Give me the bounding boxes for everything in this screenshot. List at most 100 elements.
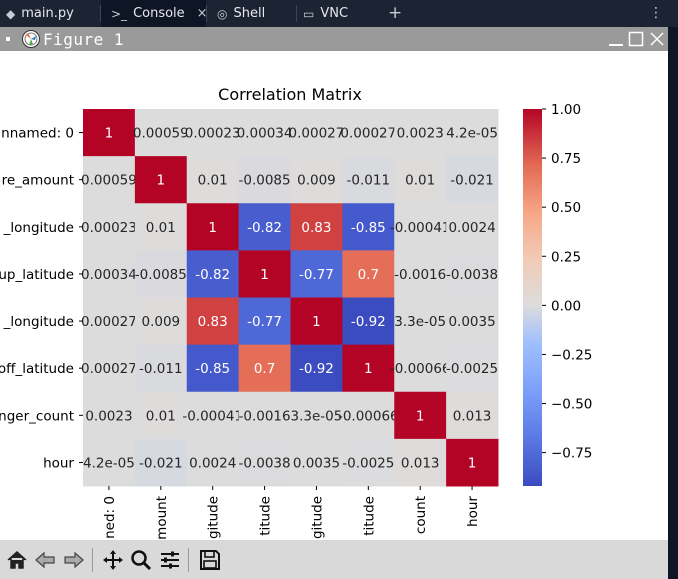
cell-annotation: 0.00059 [81, 173, 137, 189]
cell-annotation: 0.83 [198, 314, 228, 330]
colorbar-tick-label: −0.50 [551, 397, 592, 413]
python-file-icon: ◆ [6, 6, 16, 21]
col-tick-label: hour [465, 496, 481, 527]
console-icon: >_ [111, 6, 128, 21]
colorbar-tick-label: 0.25 [551, 249, 581, 265]
cell-annotation: 1 [260, 267, 269, 283]
window-menu-icon[interactable] [6, 37, 10, 41]
pan-move-icon[interactable] [101, 548, 125, 572]
row-tick-label: _longitude [3, 314, 74, 330]
add-tab-button[interactable]: + [388, 0, 402, 27]
figure-window-titlebar: Figure 1 [0, 27, 668, 51]
cell-annotation: 0.01 [405, 173, 435, 189]
col-tick-label: titude [258, 496, 274, 536]
cell-annotation: -0.0025 [342, 455, 394, 471]
cell-annotation: 0.0023 [85, 408, 132, 424]
cell-annotation: 0.00023 [185, 126, 241, 142]
tab-shell[interactable]: ◎ Shell [207, 0, 295, 27]
cell-annotation: 0.00034 [237, 126, 293, 142]
toolbar-divider [92, 548, 93, 572]
colorbar-tick-label: 1.00 [551, 102, 581, 118]
cell-annotation: 0.7 [358, 267, 379, 283]
save-icon[interactable] [198, 548, 222, 572]
configure-subplots-icon[interactable] [158, 548, 182, 572]
row-tick-label: re_amount [2, 173, 74, 189]
back-arrow-icon[interactable] [33, 548, 57, 572]
tab-console[interactable]: >_ Console × [101, 0, 208, 27]
home-icon[interactable] [5, 548, 29, 572]
tab-label: VNC [320, 6, 349, 21]
cell-annotation: -0.77 [247, 314, 282, 330]
more-menu-icon[interactable]: ⋮ [649, 0, 663, 27]
colorbar-tick-label: 0.00 [551, 298, 581, 314]
cell-annotation: 0.00027 [81, 314, 137, 330]
cell-annotation: -0.0025 [446, 361, 498, 377]
cell-annotation: 0.013 [401, 455, 440, 471]
colorbar-tick-label: −0.75 [551, 446, 592, 462]
matplotlib-toolbar [0, 540, 668, 579]
cell-annotation: 1 [312, 314, 321, 330]
colorbar-tick-label: 0.50 [551, 200, 581, 216]
cell-annotation: 0.009 [297, 173, 336, 189]
cell-annotation: 4.2e-05 [446, 126, 498, 142]
shell-icon: ◎ [217, 6, 228, 21]
cell-annotation: 0.7 [254, 361, 275, 377]
row-tick-label: _longitude [3, 220, 74, 236]
cell-annotation: 1 [364, 361, 373, 377]
tab-label: Shell [233, 6, 266, 21]
cell-annotation: -0.0016 [239, 408, 291, 424]
col-tick-label: titude [361, 496, 377, 536]
colorbar-tick-label: −0.25 [551, 347, 592, 363]
cell-annotation: -0.021 [139, 455, 183, 471]
ide-tab-bar: ◆ main.py >_ Console × ◎ Shell ▭ VNC + ⋮ [0, 0, 678, 27]
col-tick-label: count [413, 496, 429, 534]
col-tick-label: gitude [309, 496, 325, 539]
cell-annotation: -0.00041 [182, 408, 243, 424]
ide-side-strip [668, 27, 678, 579]
cell-annotation: 3.3e-05 [394, 314, 446, 330]
row-tick-label: hour [43, 455, 74, 471]
cell-annotation: 0.0024 [448, 220, 495, 236]
cell-annotation: -0.011 [139, 361, 183, 377]
cell-annotation: -0.021 [450, 173, 494, 189]
minimize-icon[interactable] [608, 31, 624, 47]
row-tick-label: off_latitude [0, 361, 74, 377]
cell-annotation: -0.0085 [135, 267, 187, 283]
cell-annotation: 0.00027 [340, 126, 396, 142]
cell-annotation: -0.011 [347, 173, 391, 189]
col-tick-label: mount [154, 496, 170, 540]
tab-vnc[interactable]: ▭ VNC [297, 0, 377, 27]
zoom-magnifier-icon[interactable] [129, 548, 153, 572]
cell-annotation: -0.0016 [394, 267, 446, 283]
correlation-heatmap: Correlation Matrix 1 0.000590.000230.0003… [0, 85, 592, 540]
figure-canvas[interactable]: Correlation Matrix 1 0.00059 0.00023 0.0003… [0, 51, 668, 540]
cell-annotation: 1 [468, 455, 477, 471]
cell-annotation: 0.01 [146, 220, 176, 236]
cell-annotation: 1 [416, 408, 425, 424]
cell-annotation: -0.0038 [446, 267, 498, 283]
chart-title: Correlation Matrix [218, 85, 362, 104]
cell-annotation: 0.01 [146, 408, 176, 424]
cell-annotation: 0.013 [453, 408, 492, 424]
cell-annotation: -0.00041 [390, 220, 451, 236]
maximize-icon[interactable] [628, 31, 644, 47]
app-logo-icon [22, 30, 40, 48]
cell-annotation: 0.00027 [289, 126, 345, 142]
close-icon[interactable] [649, 31, 665, 47]
cell-annotation: -0.82 [195, 267, 230, 283]
row-tick-label: up_latitude [0, 267, 74, 283]
toolbar-divider [188, 548, 189, 572]
cell-annotation: 3.3e-05 [291, 408, 343, 424]
cell-annotation: 0.0035 [293, 455, 340, 471]
cell-annotation: 0.00034 [81, 267, 137, 283]
cell-annotation: 0.00059 [133, 126, 189, 142]
cell-annotation: -0.85 [351, 220, 386, 236]
colorbar [523, 109, 542, 486]
cell-annotation: 1 [208, 220, 217, 236]
tab-label: Console [133, 6, 185, 21]
cell-annotation: 0.00027 [81, 361, 137, 377]
tab-main-py[interactable]: ◆ main.py [0, 0, 100, 27]
cell-annotation: -0.92 [299, 361, 334, 377]
row-tick-label: nger_count [0, 408, 74, 424]
forward-arrow-icon[interactable] [62, 548, 86, 572]
